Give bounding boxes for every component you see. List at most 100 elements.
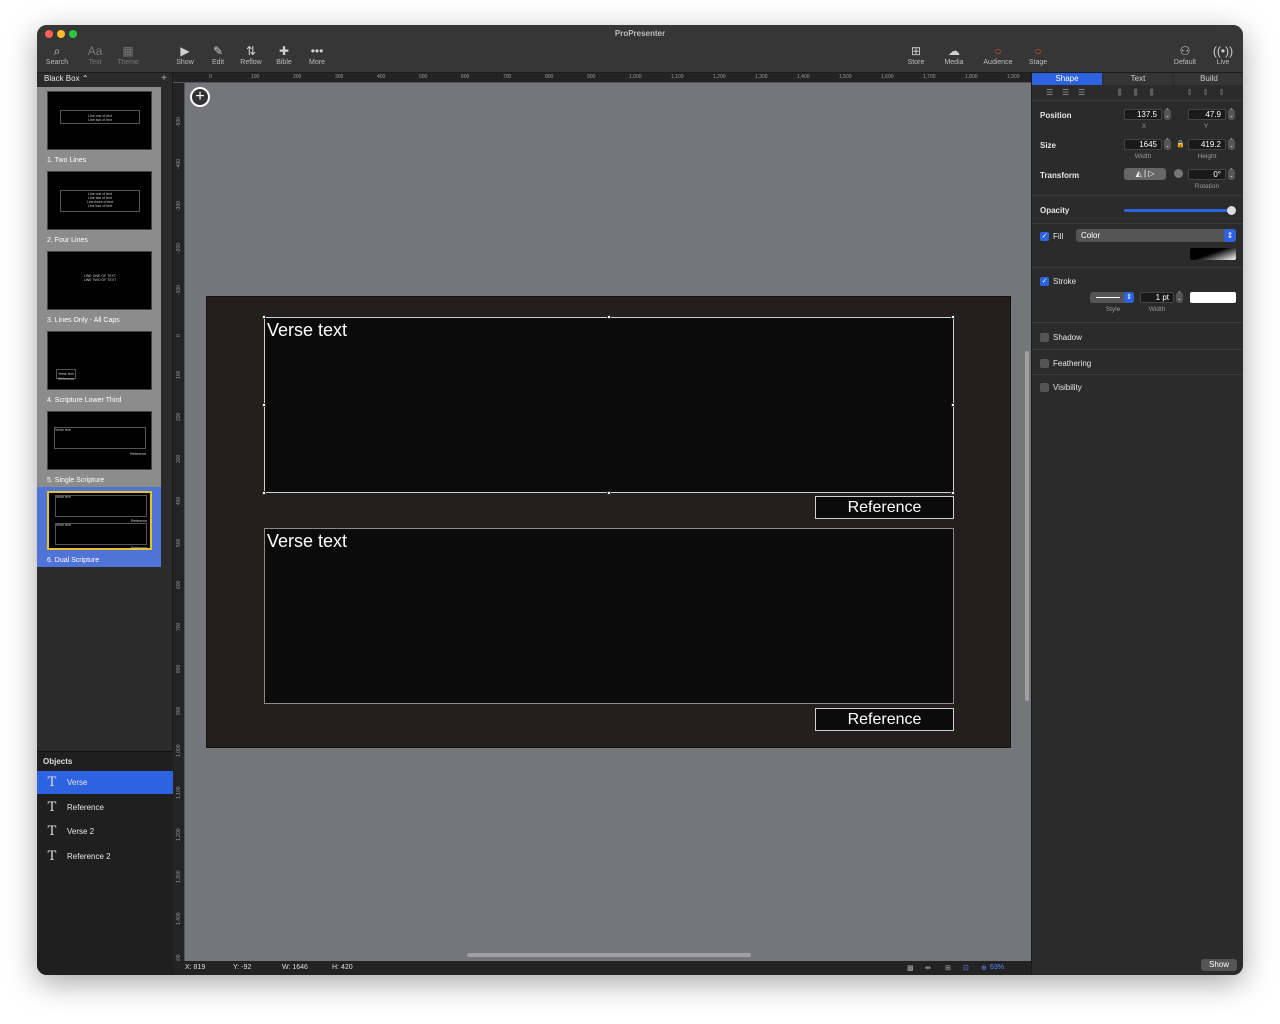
align-center-icon[interactable]: ☰ (1062, 88, 1069, 97)
add-object-icon[interactable]: + (190, 87, 210, 107)
resize-handle[interactable] (262, 403, 266, 407)
slide-thumbnail[interactable]: Line one of text Line two of text Line thr… (37, 167, 161, 247)
ruler-tick-label: 500 (419, 74, 428, 80)
stage-icon: ○ (1034, 44, 1042, 58)
slide-thumbnail[interactable]: Verse text Reference 4. Scripture Lower Th… (37, 327, 161, 407)
slide-thumbnail[interactable]: Verse text Reference Verse text Reference 6.… (37, 487, 161, 567)
vertical-scrollbar[interactable] (1025, 351, 1029, 701)
theme-toolbar-button[interactable]: ▦ Theme (108, 43, 148, 66)
zoom-level[interactable]: 63% (990, 964, 1004, 971)
slide-thumbnail[interactable]: LINE ONE OF TEXT LINE TWO OF TEXT 3. Lines… (37, 247, 161, 327)
library-selector[interactable]: Black Box ⌃ + (37, 73, 173, 87)
slide-preview: Line one of text Line two of text Line thr… (47, 171, 152, 230)
size-label: Size (1040, 141, 1057, 150)
distribute-h-icon[interactable]: ⫴ (1188, 88, 1191, 98)
distribute-v-icon[interactable]: ⫴ (1204, 88, 1207, 98)
preview-text: Line one of text Line two of text Line thr… (60, 192, 140, 208)
slide-preview: LINE ONE OF TEXT LINE TWO OF TEXT (47, 251, 152, 310)
position-y-stepper[interactable]: ⌃ ⌄ (1228, 109, 1235, 120)
show-button[interactable]: Show (1201, 959, 1237, 971)
object-item[interactable]: T Reference (37, 796, 173, 819)
tab-shape[interactable]: Shape (1032, 73, 1102, 85)
ruler-tick-label: 600 (461, 74, 470, 80)
fill-color-well[interactable] (1190, 248, 1236, 260)
size-height-field[interactable]: 419.2 (1188, 139, 1226, 150)
grid-icon[interactable]: ⊞ (945, 964, 951, 972)
resize-handle[interactable] (951, 315, 955, 319)
match-size-icon[interactable]: ⫴ (1220, 88, 1223, 98)
editor-canvas[interactable]: + Verse text Reference Verse text Refere… (185, 83, 1031, 961)
resize-handle[interactable] (607, 491, 611, 495)
toolbar: ProPresenter ⌕ Search Aa Text ▦ Theme ▶ Show ✎ Ed… (37, 25, 1243, 73)
live-toolbar-button[interactable]: ((•)) Live (1203, 43, 1243, 66)
shadow-checkbox[interactable] (1040, 333, 1049, 342)
zoom-icon[interactable]: ⊕ (981, 964, 987, 972)
default-toolbar-button[interactable]: ⚇ Default (1165, 43, 1205, 66)
position-x-stepper[interactable]: ⌃ ⌄ (1164, 109, 1171, 120)
resize-handle[interactable] (951, 491, 955, 495)
verse-textbox[interactable]: Verse text (264, 317, 954, 493)
size-height-stepper[interactable]: ⌃ ⌄ (1228, 139, 1235, 150)
size-width-field[interactable]: 1645 (1124, 139, 1162, 150)
window-title: ProPresenter (614, 29, 666, 38)
media-toolbar-button[interactable]: ☁ Media (934, 43, 974, 66)
rotation-knob[interactable] (1174, 169, 1183, 178)
align-left-icon[interactable]: ☰ (1046, 88, 1053, 97)
opacity-slider-knob[interactable] (1227, 206, 1236, 215)
object-item[interactable]: T Verse (37, 771, 173, 794)
fit-width-icon[interactable]: ⇹ (925, 964, 931, 972)
object-item[interactable]: T Verse 2 (37, 820, 173, 843)
snap-icon[interactable]: ⊡ (963, 964, 969, 972)
fill-checkbox[interactable]: ✓ (1040, 232, 1049, 241)
align-middle-icon[interactable]: ⫼ (1134, 88, 1138, 98)
rotation-stepper[interactable]: ⌃ ⌄ (1228, 169, 1235, 180)
fill-type-select[interactable]: Color ⇕ (1076, 229, 1236, 242)
opacity-slider[interactable] (1124, 209, 1234, 212)
resize-handle[interactable] (951, 403, 955, 407)
stage-toolbar-button[interactable]: ○ Stage (1018, 43, 1058, 66)
more-toolbar-button[interactable]: ••• More (297, 43, 337, 66)
status-bar: X: 819 Y: -92 W: 1646 H: 420 ▩ ⇹ ⊞ ⊡ ⊕ 6… (173, 961, 1031, 975)
add-slide-icon[interactable]: + (161, 73, 167, 84)
search-toolbar-button[interactable]: ⌕ Search (37, 43, 77, 66)
resize-handle[interactable] (262, 315, 266, 319)
audience-toolbar-button[interactable]: ○ Audience (978, 43, 1018, 66)
resize-handle[interactable] (262, 491, 266, 495)
align-top-icon[interactable]: ⫼ (1118, 88, 1122, 98)
visibility-checkbox[interactable] (1040, 383, 1049, 392)
horizontal-scrollbar[interactable] (467, 953, 751, 957)
align-bottom-icon[interactable]: ⫼ (1150, 88, 1154, 98)
stroke-width-stepper[interactable]: ⌃ ⌄ (1176, 292, 1183, 303)
tab-build[interactable]: Build (1174, 73, 1243, 85)
slide[interactable]: Verse text Reference Verse text Referenc… (206, 296, 1011, 748)
reference-textbox[interactable]: Reference (815, 496, 954, 519)
rotation-field[interactable]: 0° (1188, 169, 1226, 180)
verse-2-textbox[interactable]: Verse text (264, 528, 954, 704)
stroke-width-field[interactable]: 1 pt (1140, 292, 1174, 303)
checkerboard-icon[interactable]: ▩ (907, 964, 914, 972)
slide-thumbnail[interactable]: Line one of text Line two of text 1. Two L… (37, 87, 161, 167)
ruler-tick-label: 200 (176, 412, 182, 421)
stroke-style-select[interactable]: ⇕ (1090, 292, 1134, 303)
flip-buttons[interactable]: ◭ | ▷ (1124, 168, 1166, 180)
ruler-tick-label: 100 (176, 370, 182, 379)
feathering-label: Feathering (1053, 359, 1092, 368)
feathering-checkbox[interactable] (1040, 359, 1049, 368)
size-width-stepper[interactable]: ⌃ ⌄ (1164, 139, 1171, 150)
object-item[interactable]: T Reference 2 (37, 845, 173, 868)
slide-thumbnail[interactable]: Verse text Reference 5. Single Scripture (37, 407, 161, 487)
reference-2-textbox[interactable]: Reference (815, 708, 954, 731)
stroke-color-well[interactable] (1190, 292, 1236, 303)
tab-text[interactable]: Text (1103, 73, 1173, 85)
align-right-icon[interactable]: ☰ (1078, 88, 1085, 97)
store-toolbar-button[interactable]: ⊞ Store (896, 43, 936, 66)
position-x-field[interactable]: 137.5 (1124, 109, 1162, 120)
resize-handle[interactable] (607, 315, 611, 319)
size-width-sublabel: Width (1134, 153, 1152, 160)
position-y-field[interactable]: 47.9 (1188, 109, 1226, 120)
stroke-width-sublabel: Width (1148, 306, 1166, 313)
theme-icon: ▦ (122, 44, 134, 58)
lock-icon[interactable]: 🔒 (1176, 140, 1185, 148)
ruler-tick-label: 1,300 (176, 870, 182, 883)
stroke-checkbox[interactable]: ✓ (1040, 277, 1049, 286)
